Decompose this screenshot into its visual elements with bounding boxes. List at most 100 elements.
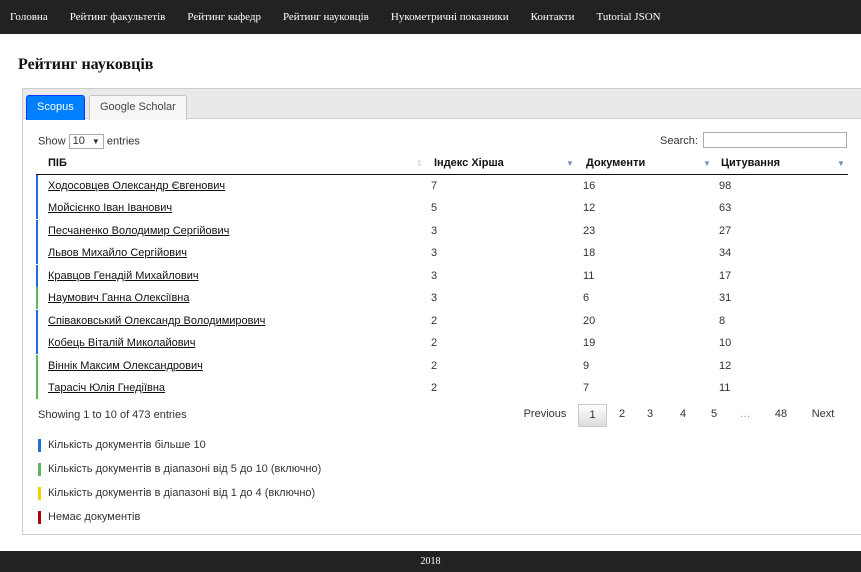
legend-swatch [38,511,41,524]
legend-label: Немає документів [48,511,141,523]
h-index-cell: 2 [431,360,438,372]
nav-department-rating-link[interactable]: Рейтинг кафедр [187,11,261,23]
category-bar [36,220,38,242]
documents-cell: 19 [583,337,596,349]
entries-select-value: 10 [72,135,85,147]
pagination-page-48[interactable]: 48 [766,404,796,427]
citations-cell: 17 [719,270,732,282]
documents-cell: 6 [583,292,590,304]
citations-cell: 10 [719,337,732,349]
h-index-cell: 5 [431,202,438,214]
sort-desc-icon: ▼ [837,159,845,168]
entries-select[interactable]: 10 ▼ [68,134,104,149]
category-bar [36,242,38,264]
scientist-name-link[interactable]: Тарасіч Юлія Гнедіївна [48,377,165,399]
legend-label: Кількість документів більше 10 [48,439,206,451]
pagination-previous[interactable]: Previous [519,404,571,427]
nav-scientometric-link[interactable]: Нукометричні показники [391,11,509,23]
h-index-cell: 3 [431,292,438,304]
sort-desc-icon: ▼ [566,159,574,168]
tab-bar: Scopus Google Scholar [23,89,861,120]
documents-cell: 7 [583,382,590,394]
category-bar [36,265,38,287]
pagination-next[interactable]: Next [806,404,840,427]
category-bar [36,310,38,332]
documents-cell: 20 [583,315,596,327]
table-row: Мойсієнко Іван Іванович 5 12 63 [36,197,848,219]
documents-cell: 12 [583,202,596,214]
scientist-name-link[interactable]: Співаковський Олександр Володимирович [48,310,265,332]
citations-cell: 34 [719,247,732,259]
table-info: Showing 1 to 10 of 473 entries [38,409,187,421]
category-bar [36,197,38,219]
documents-cell: 9 [583,360,590,372]
column-header-h-index[interactable]: Індекс Хірша [434,152,504,174]
pagination-page-4[interactable]: 4 [671,404,695,427]
citations-cell: 31 [719,292,732,304]
tab-google-scholar[interactable]: Google Scholar [89,95,187,120]
column-header-name[interactable]: ПІБ [48,152,67,174]
citations-cell: 11 [719,382,731,394]
pagination-page-2[interactable]: 2 [610,404,634,427]
citations-cell: 63 [719,202,732,214]
show-label: Show [38,135,66,148]
table-row: Кобець Віталій Миколайович 2 19 10 [36,332,848,354]
search-label: Search: [660,135,698,147]
chevron-down-icon: ▼ [91,137,100,146]
legend-swatch [38,439,41,452]
category-bar [36,332,38,354]
h-index-cell: 2 [431,315,438,327]
documents-cell: 11 [583,270,595,282]
page-title: Рейтинг науковців [18,56,154,73]
column-header-citations[interactable]: Цитування [721,152,780,174]
legend-label: Кількість документів в діапазоні від 1 д… [48,487,316,499]
table-row: Наумович Ганна Олексіївна 3 6 31 [36,287,848,309]
pagination-page-3[interactable]: 3 [638,404,662,427]
scientist-name-link[interactable]: Наумович Ганна Олексіївна [48,287,190,309]
search-input[interactable] [703,132,847,148]
h-index-cell: 7 [431,180,438,192]
pagination-ellipsis: … [739,408,751,420]
h-index-cell: 3 [431,225,438,237]
pagination-page-1[interactable]: 1 [578,404,607,427]
sort-desc-icon: ▼ [703,159,711,168]
table-row: Песчаненко Володимир Сергійович 3 23 27 [36,220,848,242]
table-row: Тарасіч Юлія Гнедіївна 2 7 11 [36,377,848,399]
citations-cell: 12 [719,360,732,372]
scientist-name-link[interactable]: Віннік Максим Олександрович [48,355,203,377]
length-control: Show 10 ▼ entries [38,134,140,149]
h-index-cell: 2 [431,337,438,349]
sort-both-icon: ⇕ [416,159,423,168]
scientist-name-link[interactable]: Мойсієнко Іван Іванович [48,197,172,219]
tab-scopus[interactable]: Scopus [26,95,85,120]
scientist-name-link[interactable]: Кравцов Генадій Михайлович [48,265,199,287]
citations-cell: 8 [719,315,726,327]
documents-cell: 16 [583,180,596,192]
scientist-name-link[interactable]: Кобець Віталій Миколайович [48,332,195,354]
column-header-documents[interactable]: Документи [586,152,645,174]
legend-label: Кількість документів в діапазоні від 5 д… [48,463,322,475]
table-row: Співаковський Олександр Володимирович 2 20… [36,310,848,332]
legend-swatch [38,463,41,476]
pagination-page-5[interactable]: 5 [702,404,726,427]
category-bar [36,355,38,377]
nav-home-link[interactable]: Головна [10,11,48,23]
citations-cell: 98 [719,180,732,192]
nav-faculty-rating-link[interactable]: Рейтинг факультетів [70,11,166,23]
footer: 2018 [0,551,861,572]
nav-contacts-link[interactable]: Контакти [531,11,575,23]
category-bar [36,287,38,309]
scientist-name-link[interactable]: Песчаненко Володимир Сергійович [48,220,229,242]
documents-cell: 23 [583,225,596,237]
h-index-cell: 3 [431,270,438,282]
table-row: Віннік Максим Олександрович 2 9 12 [36,355,848,377]
nav-scientist-rating-link[interactable]: Рейтинг науковців [283,11,369,23]
scientist-name-link[interactable]: Ходосовцев Олександр Євгенович [48,175,225,197]
table-row: Львов Михайло Сергійович 3 18 34 [36,242,848,264]
scientist-name-link[interactable]: Львов Михайло Сергійович [48,242,187,264]
table-row: Кравцов Генадій Михайлович 3 11 17 [36,265,848,287]
top-navbar: Головна Рейтинг факультетів Рейтинг кафе… [0,0,861,34]
nav-tutorial-json-link[interactable]: Tutorial JSON [597,11,661,23]
entries-label: entries [106,135,140,148]
legend-swatch [38,487,41,500]
